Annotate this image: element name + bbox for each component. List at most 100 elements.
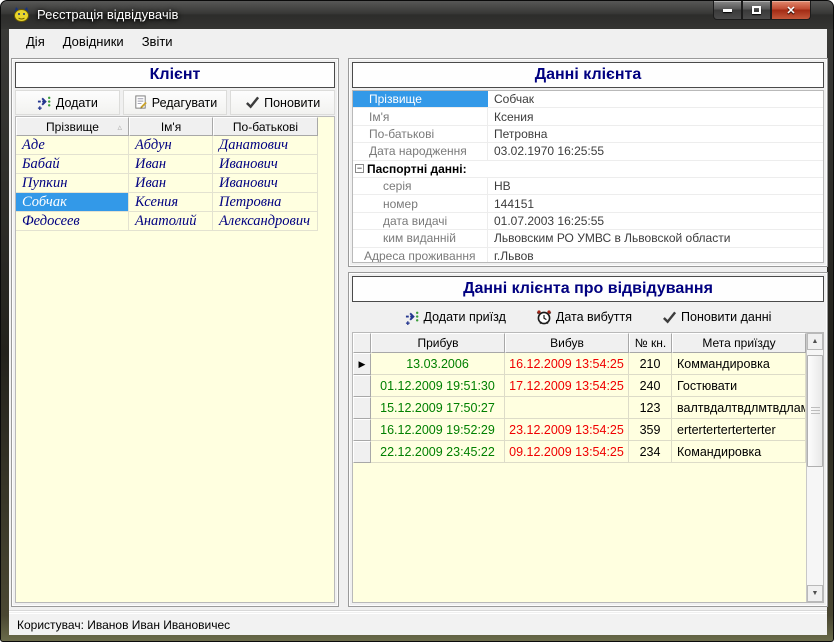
scroll-down-icon: ▼ <box>812 590 819 597</box>
column-header-firstname[interactable]: Ім'я <box>129 117 213 136</box>
close-button[interactable]: ✕ <box>771 1 811 20</box>
property-row-firstname[interactable]: Ім'я Ксения <box>353 108 823 125</box>
cell-book-no[interactable]: 210 <box>629 353 672 375</box>
visit-row[interactable]: 01.12.2009 19:51:30 17.12.2009 13:54:25 … <box>353 375 823 397</box>
cell-arrived[interactable]: 22.12.2009 23:45:22 <box>371 441 505 463</box>
cell-arrived[interactable]: 15.12.2009 17:50:27 <box>371 397 505 419</box>
cell-firstname[interactable]: Иван <box>129 155 213 174</box>
refresh-client-label: Поновити <box>264 96 320 110</box>
cell-departed[interactable]: 23.12.2009 13:54:25 <box>505 419 629 441</box>
window-controls: ✕ <box>713 1 811 20</box>
visit-row[interactable]: 16.12.2009 19:52:29 23.12.2009 13:54:25 … <box>353 419 823 441</box>
property-row-passport-series[interactable]: серія НВ <box>353 178 823 195</box>
minimize-button[interactable] <box>713 1 742 20</box>
visits-panel: Данні клієнта про відвідування Додати пр… <box>348 272 828 607</box>
cell-firstname[interactable]: Абдун <box>129 136 213 155</box>
cell-patronymic[interactable]: Иванович <box>213 155 318 174</box>
cell-patronymic[interactable]: Александрович <box>213 212 318 231</box>
column-header-purpose[interactable]: Мета приїзду <box>672 333 806 353</box>
column-header-arrived[interactable]: Прибув <box>371 333 505 353</box>
property-row-patronymic[interactable]: По-батькові Петровна <box>353 126 823 143</box>
details-panel-title: Данні клієнта <box>535 66 642 84</box>
add-icon <box>405 310 420 325</box>
cell-book-no[interactable]: 240 <box>629 375 672 397</box>
cell-patronymic[interactable]: Петровна <box>213 193 318 212</box>
cell-purpose[interactable]: валтвдалтвдлмтвдламт <box>672 397 806 419</box>
cell-purpose[interactable]: erterterterterterter <box>672 419 806 441</box>
client-row[interactable]: Пупкин Иван Иванович <box>16 174 334 193</box>
details-panel: Данні клієнта Прізвище Собчак Ім'я Ксени… <box>348 58 828 267</box>
scroll-down-button[interactable]: ▼ <box>807 585 823 602</box>
refresh-client-button[interactable]: Поновити <box>230 90 335 115</box>
cell-patronymic[interactable]: Данатович <box>213 136 318 155</box>
property-row-birthdate[interactable]: Дата народження 03.02.1970 16:25:55 <box>353 143 823 160</box>
cell-surname[interactable]: Пупкин <box>16 174 129 193</box>
title-bar[interactable]: Реєстрація відвідувачів ✕ <box>1 1 833 29</box>
refresh-visits-button[interactable]: Поновити данні <box>662 310 771 325</box>
visit-row[interactable]: 22.12.2009 23:45:22 09.12.2009 13:54:25 … <box>353 441 823 463</box>
add-client-button[interactable]: Додати <box>15 90 120 115</box>
cell-departed[interactable] <box>505 397 629 419</box>
details-property-grid: Прізвище Собчак Ім'я Ксения По-батькові … <box>352 90 824 263</box>
add-arrival-button[interactable]: Додати приїзд <box>405 310 506 325</box>
cell-book-no[interactable]: 123 <box>629 397 672 419</box>
cell-firstname[interactable]: Анатолий <box>129 212 213 231</box>
cell-purpose[interactable]: Коммандировка <box>672 353 806 375</box>
row-indicator <box>353 419 371 441</box>
client-row-selected[interactable]: Собчак Ксения Петровна <box>16 193 334 212</box>
collapse-expander-icon[interactable]: − <box>355 164 364 173</box>
indicator-header-cell <box>353 333 371 353</box>
client-row[interactable]: Аде Абдун Данатович <box>16 136 334 155</box>
client-row[interactable]: Федосеев Анатолий Александрович <box>16 212 334 231</box>
client-panel-title: Клієнт <box>150 66 201 84</box>
app-cat-icon[interactable] <box>13 6 30 23</box>
edit-client-button[interactable]: Редагувати <box>123 90 228 115</box>
cell-firstname[interactable]: Иван <box>129 174 213 193</box>
minimize-icon <box>723 9 732 12</box>
cell-arrived[interactable]: 01.12.2009 19:51:30 <box>371 375 505 397</box>
visit-row-current[interactable]: ▶ 13.03.2006 16.12.2009 13:54:25 210 Ком… <box>353 353 823 375</box>
menu-item-action[interactable]: Дія <box>17 31 54 52</box>
cell-departed[interactable]: 09.12.2009 13:54:25 <box>505 441 629 463</box>
menu-item-reports[interactable]: Звіти <box>133 31 182 52</box>
cell-surname[interactable]: Бабай <box>16 155 129 174</box>
client-area: Дія Довідники Звіти Клієнт <box>9 29 827 635</box>
column-header-patronymic[interactable]: По-батькові <box>213 117 318 136</box>
cell-surname-selected[interactable]: Собчак <box>16 193 129 212</box>
vertical-scrollbar[interactable]: ▲ ▼ <box>806 333 823 602</box>
status-separator <box>9 610 827 612</box>
visit-row[interactable]: 15.12.2009 17:50:27 123 валтвдалтвдлмтвд… <box>353 397 823 419</box>
client-row[interactable]: Бабай Иван Иванович <box>16 155 334 174</box>
property-row-passport-issued-date[interactable]: дата видачі 01.07.2003 16:25:55 <box>353 213 823 230</box>
add-arrival-label: Додати приїзд <box>424 310 506 324</box>
departure-date-button[interactable]: Дата вибуття <box>536 309 632 325</box>
cell-book-no[interactable]: 234 <box>629 441 672 463</box>
property-group-passport[interactable]: − Паспортні данні: <box>353 161 823 178</box>
cell-arrived[interactable]: 13.03.2006 <box>371 353 505 375</box>
cell-book-no[interactable]: 359 <box>629 419 672 441</box>
cell-firstname[interactable]: Ксения <box>129 193 213 212</box>
scrollbar-thumb[interactable] <box>807 355 823 467</box>
cell-surname[interactable]: Аде <box>16 136 129 155</box>
departure-date-label: Дата вибуття <box>556 310 632 324</box>
column-header-departed[interactable]: Вибув <box>505 333 629 353</box>
visits-panel-header: Данні клієнта про відвідування <box>352 276 824 302</box>
cell-patronymic[interactable]: Иванович <box>213 174 318 193</box>
scrollbar-grip-icon <box>811 407 820 415</box>
scroll-up-button[interactable]: ▲ <box>807 333 823 350</box>
cell-surname[interactable]: Федосеев <box>16 212 129 231</box>
cell-purpose[interactable]: Гостювати <box>672 375 806 397</box>
menu-item-directories[interactable]: Довідники <box>54 31 133 52</box>
property-row-passport-issued-by[interactable]: ким виданній Львовским РО УМВС в Львовск… <box>353 230 823 247</box>
cell-purpose[interactable]: Командировка <box>672 441 806 463</box>
maximize-button[interactable] <box>742 1 771 20</box>
property-row-passport-number[interactable]: номер 144151 <box>353 195 823 212</box>
edit-client-label: Редагувати <box>152 96 217 110</box>
property-row-address[interactable]: Адреса проживання г.Львов <box>353 248 823 263</box>
cell-departed[interactable]: 16.12.2009 13:54:25 <box>505 353 629 375</box>
cell-departed[interactable]: 17.12.2009 13:54:25 <box>505 375 629 397</box>
cell-arrived[interactable]: 16.12.2009 19:52:29 <box>371 419 505 441</box>
column-header-surname[interactable]: Прізвище ▵ <box>16 117 129 136</box>
property-row-surname[interactable]: Прізвище Собчак <box>353 91 823 108</box>
column-header-book-no[interactable]: № кн. <box>629 333 672 353</box>
